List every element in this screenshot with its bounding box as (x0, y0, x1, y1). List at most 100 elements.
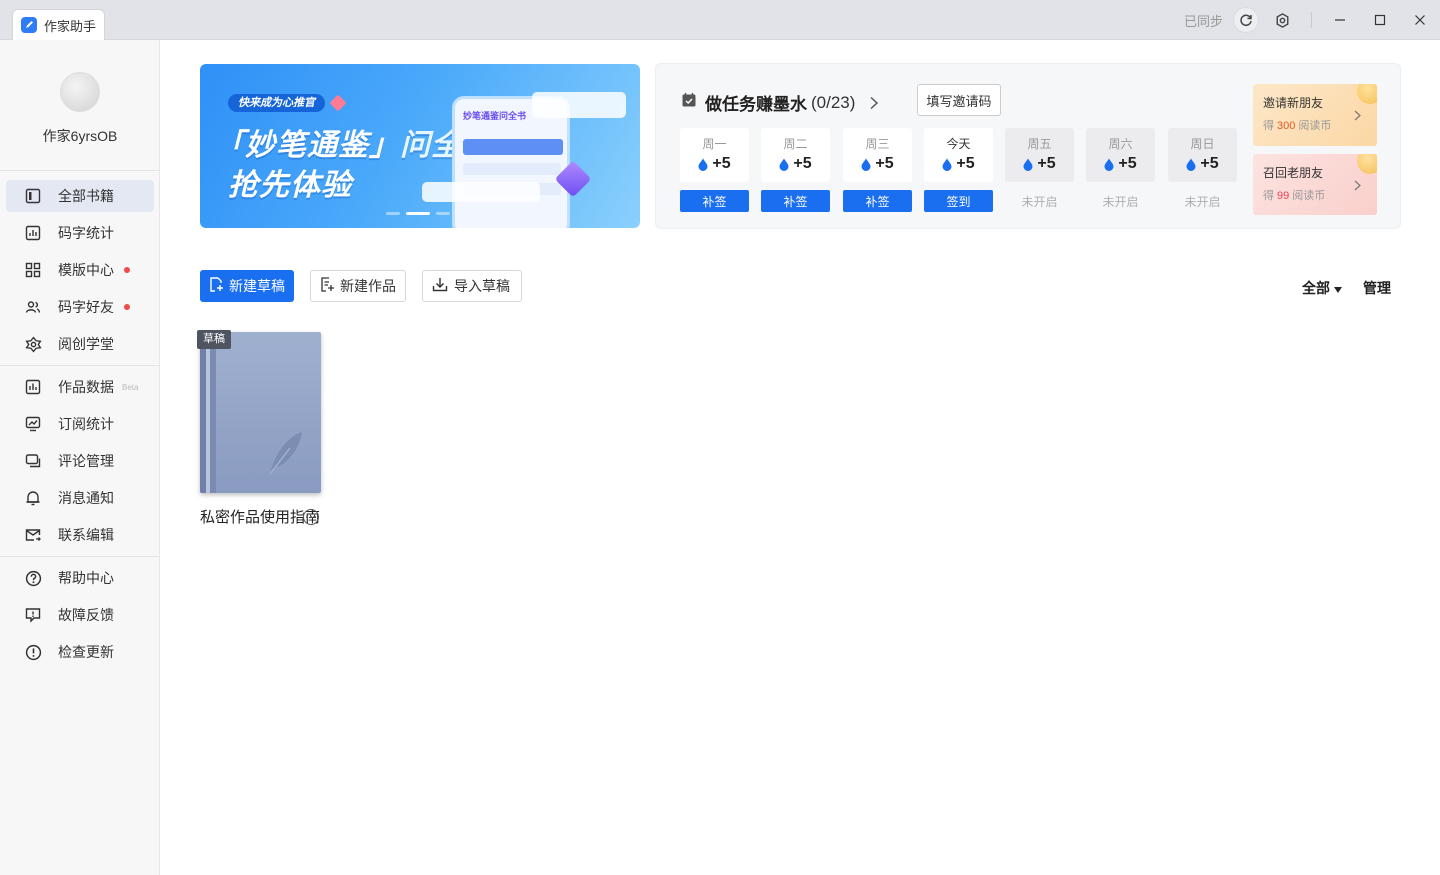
update-icon (24, 643, 42, 661)
floating-card (532, 92, 626, 118)
day-reward: +5 (698, 155, 731, 173)
new-work-button[interactable]: 新建作品 (310, 270, 406, 302)
day-reward-value: +5 (793, 155, 812, 172)
data-chart-icon (24, 378, 42, 396)
sidebar-item-label: 故障反馈 (58, 607, 114, 623)
day-reward-value: +5 (1118, 155, 1137, 172)
day-card-fri: 周五 +5 (1005, 128, 1074, 182)
sidebar-item-work-data[interactable]: 作品数据 Beta (6, 371, 154, 403)
carousel-dot[interactable] (386, 212, 400, 215)
manage-button[interactable]: 管理 (1363, 278, 1391, 298)
sidebar-item-comments[interactable]: 评论管理 (6, 445, 154, 477)
task-progress: (0/23) (811, 92, 856, 112)
app-window: 作家助手 已同步 作家6yrsOB 全部书籍 码字统计 模版中心 码字好友 阅创… (0, 0, 1440, 875)
sidebar-item-subscription-stats[interactable]: 订阅统计 (6, 408, 154, 440)
refresh-icon[interactable] (1233, 7, 1259, 33)
new-draft-icon (209, 277, 223, 295)
makeup-checkin-button[interactable]: 补签 (761, 190, 830, 212)
checkin-button[interactable]: 签到 (924, 190, 993, 212)
day-reward: +5 (1104, 155, 1137, 173)
sidebar: 作家6yrsOB 全部书籍 码字统计 模版中心 码字好友 阅创学堂 作品数据 B… (0, 40, 160, 875)
carousel-dot-active[interactable] (406, 212, 430, 215)
day-name: 周五 (1027, 137, 1052, 151)
app-tab[interactable]: 作家助手 (12, 9, 105, 40)
sidebar-item-contact-editor[interactable]: 联系编辑 (6, 519, 154, 551)
calendar-check-icon (681, 92, 697, 113)
notification-dot (124, 267, 130, 273)
import-draft-label: 导入草稿 (454, 278, 510, 294)
chevron-right-icon[interactable] (869, 96, 879, 110)
sidebar-item-templates[interactable]: 模版中心 (6, 254, 154, 286)
day-name: 周日 (1190, 137, 1215, 151)
sidebar-item-academy[interactable]: 阅创学堂 (6, 328, 154, 360)
sidebar-item-help[interactable]: 帮助中心 (6, 562, 154, 594)
invite-code-button[interactable]: 填写邀请码 (917, 84, 1001, 116)
sidebar-item-label: 订阅统计 (58, 416, 114, 432)
feedback-icon (24, 606, 42, 624)
new-work-label: 新建作品 (340, 278, 396, 294)
floating-card (422, 182, 540, 202)
minimize-icon[interactable] (1320, 0, 1360, 40)
day-card-sat: 周六 +5 (1086, 128, 1155, 182)
sidebar-item-label: 码字好友 (58, 299, 114, 315)
sidebar-divider (0, 170, 159, 171)
promo-unit: 阅读币 (1292, 190, 1326, 202)
draft-badge: 草稿 (197, 330, 231, 349)
mail-icon (24, 526, 42, 544)
sidebar-item-feedback[interactable]: 故障反馈 (6, 599, 154, 631)
promo-banner[interactable]: 快来成为心推官 「妙笔通鉴」问全书 抢先体验 妙笔通鉴问全书 (200, 64, 640, 228)
carousel-dot[interactable] (436, 212, 450, 215)
makeup-checkin-button[interactable]: 补签 (680, 190, 749, 212)
promo-amount: 300 (1277, 120, 1296, 132)
sidebar-item-word-stats[interactable]: 码字统计 (6, 217, 154, 249)
new-work-icon (320, 277, 334, 295)
avatar[interactable] (60, 72, 100, 112)
beta-badge: Beta (122, 382, 139, 392)
invite-new-friend-card[interactable]: 邀请新朋友 得 300 阅读币 (1253, 84, 1377, 146)
caret-down-icon (1334, 280, 1342, 296)
more-options-icon[interactable] (303, 509, 319, 525)
sidebar-item-label: 评论管理 (58, 453, 114, 469)
task-header[interactable]: 做任务赚墨水 (0/23) (681, 90, 879, 115)
day-card-sun: 周日 +5 (1168, 128, 1237, 182)
book-cover[interactable] (200, 332, 321, 493)
new-draft-button[interactable]: 新建草稿 (200, 270, 294, 302)
day-reward: +5 (1023, 155, 1056, 173)
trend-icon (24, 415, 42, 433)
day-reward-value: +5 (875, 155, 894, 172)
bar-chart-icon (24, 224, 42, 242)
sync-status: 已同步 (1183, 13, 1223, 29)
import-draft-button[interactable]: 导入草稿 (422, 270, 522, 302)
promo-prefix: 得 (1263, 190, 1274, 202)
makeup-checkin-button[interactable]: 补签 (843, 190, 912, 212)
ink-drop-icon (942, 158, 952, 171)
day-card-tue: 周二 +5 (761, 128, 830, 182)
title-bar: 作家助手 已同步 (0, 0, 1440, 40)
ink-drop-icon (779, 158, 789, 171)
settings-gear-icon[interactable] (1269, 7, 1295, 33)
maximize-icon[interactable] (1360, 0, 1400, 40)
not-open-label: 未开启 (1102, 194, 1139, 209)
filter-dropdown[interactable]: 全部 (1302, 278, 1342, 298)
recall-old-friend-card[interactable]: 召回老朋友 得 99 阅读币 (1253, 154, 1377, 215)
day-reward-value: +5 (956, 155, 975, 172)
day-card-today: 今天 +5 (924, 128, 993, 182)
sidebar-item-all-books[interactable]: 全部书籍 (6, 180, 154, 212)
sidebar-item-label: 作品数据 (58, 379, 114, 395)
sidebar-item-check-update[interactable]: 检查更新 (6, 636, 154, 668)
sidebar-item-label: 帮助中心 (58, 570, 114, 586)
sidebar-item-label: 全部书籍 (58, 188, 114, 204)
bookshelf-icon (24, 187, 42, 205)
sidebar-item-label: 阅创学堂 (58, 336, 114, 352)
phone-line (463, 163, 561, 175)
close-icon[interactable] (1400, 0, 1440, 40)
sidebar-item-notifications[interactable]: 消息通知 (6, 482, 154, 514)
filter-label: 全部 (1302, 280, 1330, 296)
titlebar-separator (1311, 12, 1312, 28)
day-reward-value: +5 (1037, 155, 1056, 172)
task-title: 做任务赚墨水 (705, 95, 807, 114)
day-card-mon: 周一 +5 (680, 128, 749, 182)
chevron-right-icon (1354, 108, 1361, 126)
sidebar-item-friends[interactable]: 码字好友 (6, 291, 154, 323)
ink-drop-icon (698, 158, 708, 171)
